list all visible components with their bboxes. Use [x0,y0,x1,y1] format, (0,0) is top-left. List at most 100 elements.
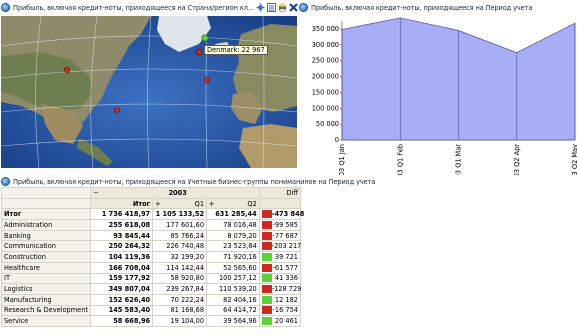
row-q2: 110 539,20 [206,283,260,295]
table-row[interactable]: Research & Development 145 583,40 81 168,6… [1,304,302,317]
chart-panel-title: Прибыль, включая кредит-ноты, приходящее… [311,3,533,12]
world-map[interactable]: Denmark: 22 967 [1,16,297,168]
table-row[interactable]: Banking 93 845,44 85 766,24 8 079,20 -77 687 [1,229,302,242]
area-chart[interactable]: 0 50 000 100 000 150 000 200 000 250 000 300 0… [307,15,577,175]
table-row[interactable]: Manufacturing 152 626,40 70 222,24 82 404,1… [1,293,302,306]
x-tick-label: 2003 Q2 Apr [513,144,521,175]
x-tick-label: 2003 Q1 Mar [455,144,463,175]
header-row-year: − 2003 Diff [1,187,302,199]
row-q2: 23 523,84 [206,240,260,253]
map-panel-header: Прибыль, включая кредит-ноты, приходящее… [1,2,301,13]
row-diff: -473 848 [271,210,305,219]
row-q1: 19 104,00 [152,315,208,327]
collapse-year-button[interactable]: − [93,189,99,197]
row-diff: -61 577 [272,263,298,272]
row-total: 152 626,40 [89,293,154,306]
globe-icon[interactable] [1,177,10,186]
row-label: Research & Development [1,304,91,317]
row-label: Healthcare [1,261,91,274]
y-ticks: 0 50 000 100 000 150 000 200 000 250 000 300 0… [312,25,342,144]
row-q2: 71 920,16 [206,251,260,263]
row-label: Administration [1,219,91,231]
header-row-columns: Итог + Q1 + Q2 [1,197,302,210]
row-label: Service [1,315,91,327]
map-panel-title: Прибыль, включая кредит-ноты, приходящее… [13,3,254,12]
row-diff: 41 336 [274,274,298,283]
row-diff: -99 585 [272,220,298,229]
x-tick-label: 2003 Q1 Jan [338,144,346,175]
row-diff: -77 687 [272,231,298,240]
status-indicator [261,242,272,251]
table-row[interactable]: Healthcare 166 708,04 114 142,44 52 565,60 -… [1,261,302,274]
row-total: 255 618,08 [89,219,154,231]
status-indicator [261,317,272,326]
row-q1: 177 601,60 [152,219,208,231]
row-q1: 85 766,24 [152,229,208,242]
y-tick-label: 50 000 [316,120,339,128]
row-q2: 64 414,72 [206,304,260,317]
x-ticks: 2003 Q1 Jan 2003 Q1 Feb 2003 Q1 Mar 2003 Q2… [338,144,577,175]
status-indicator [261,285,272,294]
row-q1: 81 168,68 [152,304,208,317]
row-label: Communication [1,240,91,253]
row-q2: 82 404,16 [206,293,260,306]
table-row[interactable]: Administration 255 618,08 177 601,60 78 016… [1,219,302,231]
table-row[interactable]: Construction 104 119,36 32 199,20 71 920,16… [1,251,302,263]
table-row[interactable]: IT 159 177,92 58 920,80 100 257,12 41 336 [1,272,302,285]
grid-panel-title: Прибыль, включая кредит-ноты, приходящее… [13,177,376,186]
row-q1: 114 142,44 [152,261,208,274]
q1-header: Q1 [194,199,205,208]
row-label: IT [1,272,91,285]
row-diff: 20 461 [274,317,298,326]
y-tick-label: 350 000 [312,25,339,33]
row-diff: -16 754 [272,306,298,315]
table-body: Итог 1 736 418,97 1 105 133,52 631 285,44 -4… [1,208,304,327]
table-row[interactable]: Service 58 668,96 19 104,00 39 564,96 20 461 [1,315,302,327]
chart-panel-header: Прибыль, включая кредит-ноты, приходящее… [299,2,577,13]
row-total: 104 119,36 [89,251,154,263]
row-total: 93 845,44 [89,229,154,242]
row-q1: 70 222,24 [152,293,208,306]
row-total: 145 583,40 [89,304,154,317]
expand-q2-button[interactable]: + [209,200,215,208]
row-q1: 226 740,48 [152,240,208,253]
row-q1: 239 267,84 [152,283,208,295]
row-total: 349 807,04 [89,283,154,295]
status-indicator [261,210,272,219]
row-diff: -203 217 [271,242,302,251]
row-q2: 52 565,60 [206,261,260,274]
table-row[interactable]: Итог 1 736 418,97 1 105 133,52 631 285,44 -4… [1,208,304,221]
close-icon[interactable] [289,3,298,12]
y-tick-label: 100 000 [312,104,339,112]
print-icon[interactable] [278,3,287,12]
row-q2: 100 257,12 [206,272,260,285]
row-label: Banking [1,229,91,242]
status-indicator [261,306,272,315]
q2-header: Q2 [247,199,257,208]
status-indicator [261,295,272,304]
table-row[interactable]: Logistics 349 807,04 239 267,84 110 539,20 -… [1,283,302,295]
status-indicator [261,263,272,272]
list-icon[interactable] [266,3,276,12]
row-total: 58 668,96 [89,315,154,327]
row-total: 1 736 418,97 [89,208,154,221]
globe-icon[interactable] [299,3,308,12]
row-diff: -128 729 [271,285,302,294]
globe-icon[interactable] [1,3,10,12]
row-label: Logistics [1,283,91,295]
table-row[interactable]: Communication 250 264,32 226 740,48 23 523,… [1,240,302,253]
expand-icon[interactable] [255,3,265,12]
row-total: 159 177,92 [89,272,154,285]
status-indicator [261,220,272,229]
row-diff: 39 721 [274,252,298,261]
x-tick-label: 2003 Q1 Feb [396,144,404,175]
grid-panel-header: Прибыль, включая кредит-ноты, приходящее… [1,176,577,187]
row-q2: 78 016,48 [206,219,260,231]
status-indicator [261,252,272,261]
y-tick-label: 0 [335,136,339,144]
row-total: 250 264,32 [89,240,154,253]
expand-q1-button[interactable]: + [155,200,161,208]
year-header: 2003 [168,188,187,197]
diff-header: Diff [258,187,302,199]
row-label: Construction [1,251,91,263]
